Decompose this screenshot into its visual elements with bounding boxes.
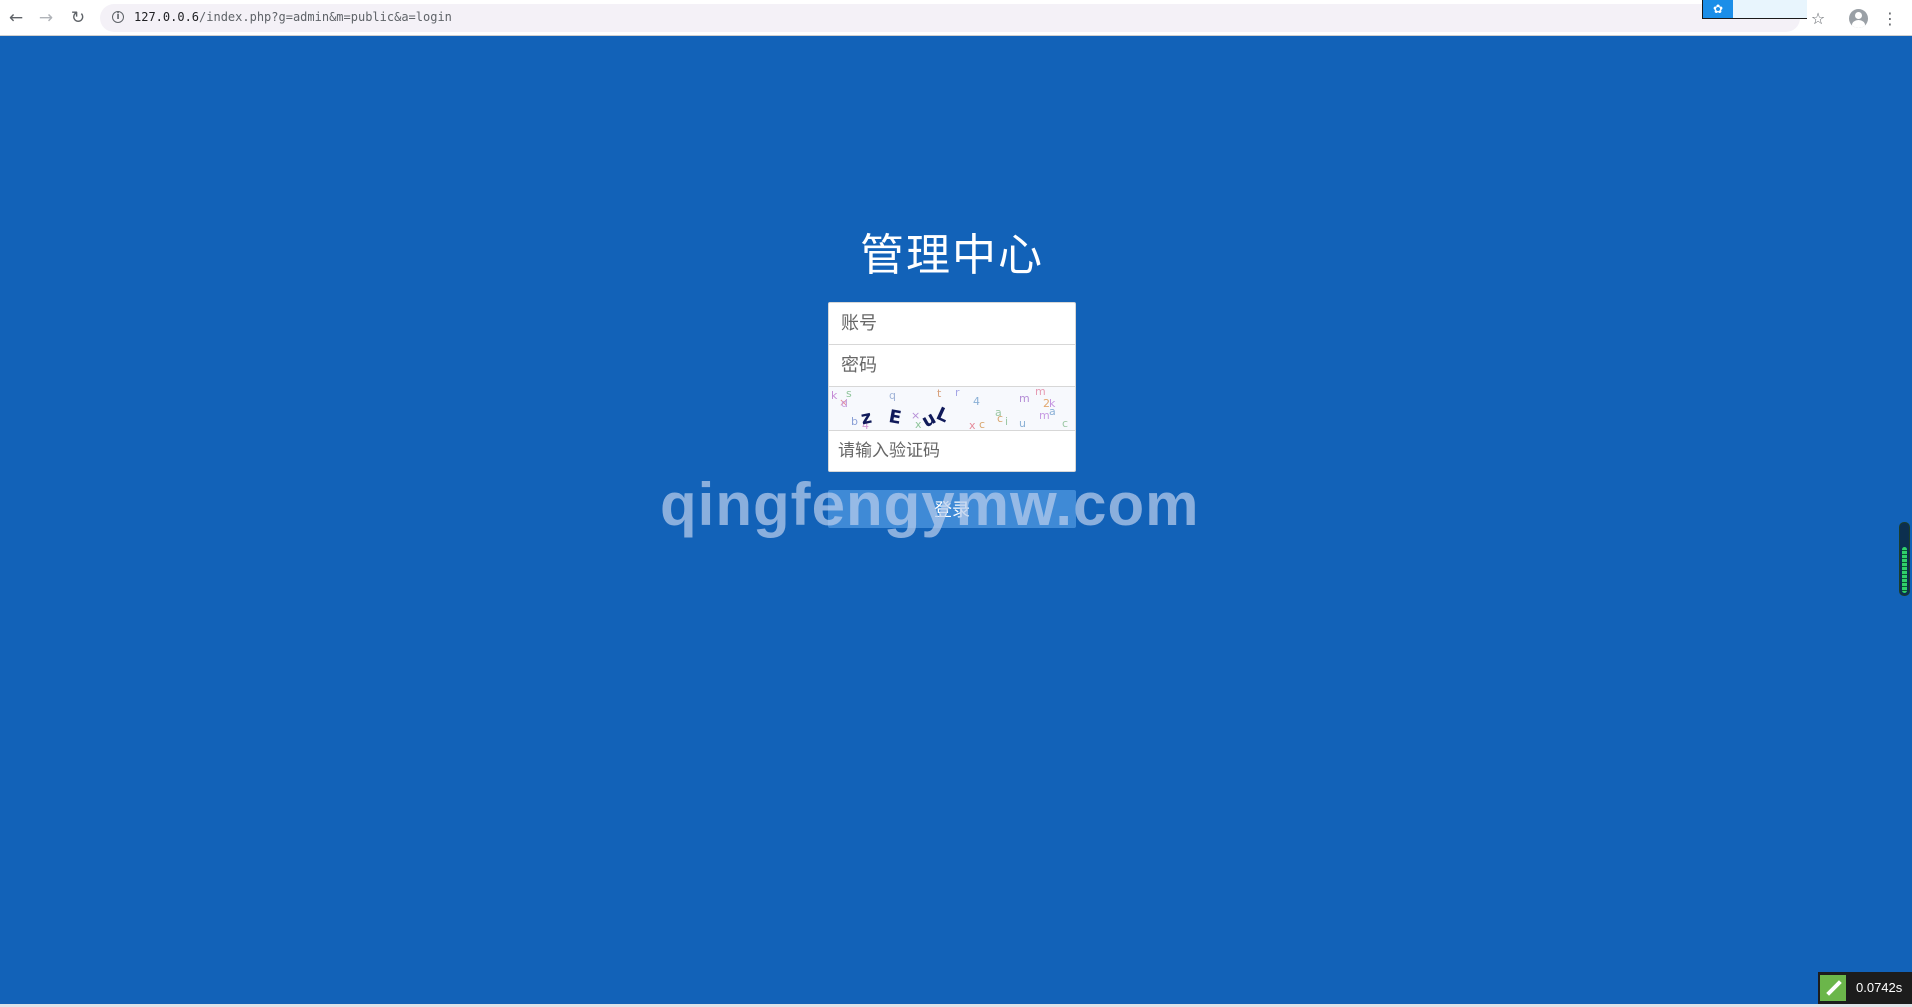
url-text: 127.0.0.6/index.php?g=admin&m=public&a=l… [134,10,452,24]
captcha-input[interactable] [828,430,1076,472]
svg-text:c: c [997,412,1003,425]
svg-text:t: t [937,387,942,400]
svg-text:E: E [887,406,903,429]
side-level-indicator [1899,522,1910,596]
svg-text:q: q [889,389,896,402]
reload-icon[interactable]: ↻ [66,6,90,30]
captcha-image[interactable]: k × s d q b 4 t r 4 m m 2 k a c m a c × [828,387,1076,430]
svg-text:d: d [841,397,848,410]
url-host: 127.0.0.6 [134,10,200,24]
svg-text:4: 4 [973,395,980,408]
debug-time: 0.0742s [1856,980,1903,995]
forward-arrow-icon[interactable]: → [34,6,58,30]
svg-text:i: i [1005,415,1008,428]
page-title: 管理中心 [860,230,1044,281]
svg-text:u: u [1019,417,1026,430]
svg-text:L: L [933,403,952,427]
svg-text:k: k [831,389,838,402]
bookmark-star-icon[interactable]: ☆ [1808,8,1828,28]
level-fill [1902,547,1907,593]
svg-text:c: c [1062,417,1068,430]
extension-popup[interactable]: ✿ [1702,0,1807,19]
svg-text:r: r [955,387,960,399]
avatar [1848,8,1868,28]
account-input[interactable] [828,302,1076,345]
svg-text:c: c [979,418,985,430]
extension-icon[interactable]: ✿ [1703,0,1733,18]
debug-logo-icon [1820,975,1846,1001]
back-arrow-icon[interactable]: ← [4,6,28,30]
svg-text:x: x [969,419,976,430]
svg-text:a: a [1049,405,1056,418]
browser-toolbar: ← → ↻ i 127.0.0.6/index.php?g=admin&m=pu… [0,0,1912,36]
svg-text:b: b [851,415,858,428]
svg-text:m: m [1019,392,1030,405]
captcha-noise: k × s d q b 4 t r 4 m m 2 k a c m a c × [831,387,1068,430]
login-button[interactable]: 登录 [828,490,1076,528]
browser-menu-icon[interactable]: ⋮ [1880,8,1900,28]
extension-popup-body [1733,0,1807,18]
profile-avatar-icon[interactable] [1848,8,1868,28]
password-input[interactable] [828,345,1076,387]
debug-trace-badge[interactable]: 0.0742s [1818,972,1912,1004]
url-path: /index.php?g=admin&m=public&a=login [199,10,452,24]
site-info-icon[interactable]: i [112,11,124,23]
login-form: 管理中心 k × s d q b 4 t r 4 m m 2 k a c m [828,228,1076,528]
address-bar[interactable]: i 127.0.0.6/index.php?g=admin&m=public&a… [100,4,1800,32]
